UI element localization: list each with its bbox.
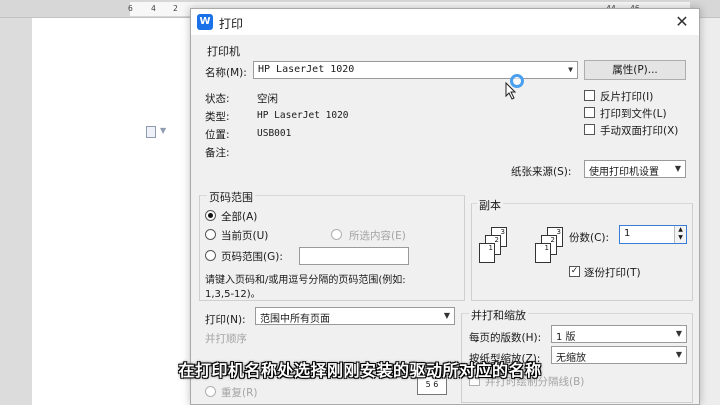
status-label: 状态: <box>205 93 230 105</box>
manual-duplex-checkbox[interactable] <box>584 124 595 135</box>
document-page[interactable] <box>32 18 192 405</box>
location-label: 位置: <box>205 129 230 141</box>
range-hint: 请键入页码和/或用逗号分隔的页码范围(例如: <box>205 275 406 286</box>
status-value: 空闲 <box>257 93 278 105</box>
paper-source-select[interactable]: 使用打印机设置 ▼ <box>584 160 686 178</box>
collate-label: 逐份打印(T) <box>584 267 641 279</box>
page-range-input[interactable] <box>299 247 409 265</box>
repeat-radio[interactable] <box>205 386 216 397</box>
close-button[interactable]: ✕ <box>671 12 693 32</box>
ruler-number: 6 <box>128 4 133 13</box>
chevron-down-icon: ▼ <box>568 65 573 74</box>
zoom-group-title: 并打和缩放 <box>469 307 528 323</box>
print-dialog: W 打印 ✕ 打印机 名称(M): HP LaserJet 1020 ▼ 属性(… <box>190 8 700 405</box>
video-subtitle: 在打印机名称处选择刚刚安装的驱动所对应的名称 <box>178 361 542 380</box>
print-to-file-checkbox[interactable] <box>584 107 595 118</box>
comment-label: 备注: <box>205 147 230 159</box>
print-label: 打印(N): <box>205 314 246 326</box>
pages-per-sheet-select[interactable]: 1 版 ▼ <box>551 325 687 343</box>
collate-page-icon: 1 <box>535 243 551 263</box>
print-to-file-label: 打印到文件(L) <box>600 108 667 120</box>
copies-box <box>471 203 693 301</box>
pages-per-sheet-value: 1 版 <box>556 332 576 343</box>
copies-group-title: 副本 <box>477 197 503 213</box>
pages-per-sheet-label: 每页的版数(H): <box>469 332 542 344</box>
dialog-title: 打印 <box>219 17 244 31</box>
current-page-radio[interactable] <box>205 229 216 240</box>
ruler-number: 2 <box>173 4 178 13</box>
print-select[interactable]: 范围中所有页面 ▼ <box>255 307 455 325</box>
printer-name-select[interactable]: HP LaserJet 1020 ▼ <box>253 61 578 79</box>
location-value: USB001 <box>257 128 292 139</box>
mouse-cursor-icon <box>505 82 517 100</box>
dialog-titlebar: W 打印 ✕ <box>191 9 699 35</box>
collate-checkbox[interactable]: ✓ <box>569 266 580 277</box>
print-value: 范围中所有页面 <box>260 314 330 325</box>
page-range-radio[interactable] <box>205 250 216 261</box>
reverse-print-label: 反片打印(I) <box>600 91 654 103</box>
chevron-down-icon: ▼ <box>674 164 681 173</box>
paper-source-label: 纸张来源(S): <box>511 166 572 178</box>
page-range-group-title: 页码范围 <box>207 189 255 205</box>
printer-group-title: 打印机 <box>207 45 240 58</box>
paper-source-value: 使用打印机设置 <box>589 167 659 178</box>
all-pages-radio[interactable] <box>205 210 216 221</box>
reverse-print-checkbox[interactable] <box>584 90 595 101</box>
all-pages-label: 全部(A) <box>221 211 258 223</box>
range-hint-example: 1,3,5-12)。 <box>205 289 261 300</box>
current-page-label: 当前页(U) <box>221 230 269 242</box>
copies-label: 份数(C): <box>569 232 610 244</box>
copies-value: 1 <box>624 228 631 239</box>
document-left-margin <box>0 18 32 405</box>
name-label: 名称(M): <box>205 67 247 79</box>
copies-stepper[interactable]: 1 ▲ ▼ <box>619 225 687 244</box>
manual-duplex-label: 手动双面打印(X) <box>600 125 679 137</box>
document-icon[interactable] <box>146 126 156 138</box>
chevron-down-icon: ▼ <box>675 329 682 338</box>
stepper-arrows-icon[interactable]: ▲ ▼ <box>674 226 686 243</box>
collate-page-icon: 1 <box>479 243 495 263</box>
printer-name-value: HP LaserJet 1020 <box>258 64 355 75</box>
order-label: 并打顺序 <box>205 333 247 345</box>
properties-button[interactable]: 属性(P)... <box>584 60 686 80</box>
ruler-number: 4 <box>151 4 156 13</box>
page-range-label: 页码范围(G): <box>221 251 283 263</box>
document-right-area <box>700 18 720 405</box>
repeat-label: 重复(R) <box>221 387 258 399</box>
wps-logo-icon: W <box>197 14 213 30</box>
type-label: 类型: <box>205 111 230 123</box>
type-value: HP LaserJet 1020 <box>257 110 349 121</box>
selection-radio[interactable] <box>331 229 342 240</box>
chevron-down-icon[interactable]: ▼ <box>160 126 166 135</box>
chevron-down-icon: ▼ <box>443 311 450 320</box>
selection-label: 所选内容(E) <box>349 230 406 242</box>
